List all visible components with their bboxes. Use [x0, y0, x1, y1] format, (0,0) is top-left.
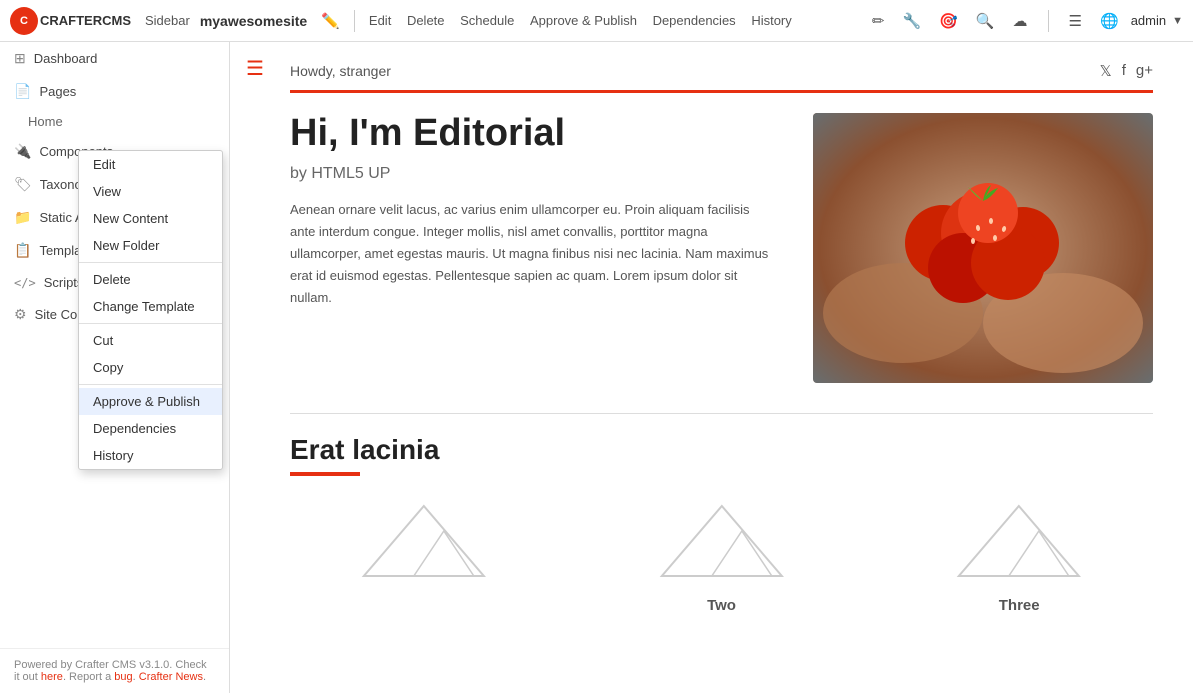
section-divider: [290, 413, 1153, 414]
footer-link-news[interactable]: Crafter News: [139, 671, 203, 683]
admin-label[interactable]: admin: [1131, 13, 1166, 28]
card-3: Three: [885, 496, 1153, 614]
card3-mountain-icon: [885, 496, 1153, 586]
pencil-icon[interactable]: ✏: [868, 8, 889, 34]
target-icon[interactable]: 🎯: [935, 8, 962, 34]
ctx-new-content[interactable]: New Content: [79, 205, 222, 232]
sidebar: ⊞ Dashboard 📄 Pages Home 🔌 Components 🏷 …: [0, 42, 230, 693]
cloud-icon[interactable]: ☁: [1009, 8, 1032, 34]
topbar-nav-delete[interactable]: Delete: [407, 13, 445, 28]
main-subtitle: by HTML5 UP: [290, 165, 773, 183]
divider: [354, 10, 355, 32]
ctx-edit[interactable]: Edit: [79, 151, 222, 178]
logo-icon: C: [10, 7, 38, 35]
card-1: [290, 496, 558, 614]
topbar-nav: Edit Delete Schedule Approve & Publish D…: [363, 13, 798, 28]
ctx-approve-publish[interactable]: Approve & Publish: [79, 388, 222, 415]
twitter-icon[interactable]: 𝕏: [1100, 62, 1112, 80]
dashboard-icon: ⊞: [14, 50, 26, 67]
footer-link-bug[interactable]: bug: [114, 671, 132, 683]
ctx-history[interactable]: History: [79, 442, 222, 469]
search-icon[interactable]: 🔍: [972, 8, 999, 34]
taxonomy-icon: 🏷: [14, 176, 32, 193]
content-header: Howdy, stranger 𝕏 f g+: [290, 62, 1153, 93]
ctx-change-template[interactable]: Change Template: [79, 293, 222, 320]
greeting-text: Howdy, stranger: [290, 63, 391, 79]
static-icon: 📁: [14, 209, 31, 226]
sidebar-home-label: Home: [28, 114, 63, 129]
ctx-new-folder[interactable]: New Folder: [79, 232, 222, 259]
main-title: Hi, I'm Editorial: [290, 113, 773, 155]
ctx-delete[interactable]: Delete: [79, 266, 222, 293]
main-image: [813, 113, 1153, 383]
card2-label: Two: [588, 597, 856, 614]
logo-text: CRAFTERCMS: [40, 13, 131, 28]
ctx-dependencies[interactable]: Dependencies: [79, 415, 222, 442]
strawberry-svg: [813, 113, 1153, 383]
topbar: C CRAFTERCMS Sidebar myawesomesite ✏️ Ed…: [0, 0, 1193, 42]
site-name: myawesomesite: [200, 13, 307, 29]
content-area: Howdy, stranger 𝕏 f g+ Hi, I'm Editorial…: [230, 42, 1193, 654]
card3-label: Three: [885, 597, 1153, 614]
footer-end: .: [203, 671, 206, 683]
components-icon: 🔌: [14, 143, 31, 160]
sidebar-item-home[interactable]: Home: [0, 108, 229, 135]
topbar-nav-history[interactable]: History: [751, 13, 791, 28]
card-2: Two: [588, 496, 856, 614]
footer-link-here[interactable]: here: [41, 671, 63, 683]
sidebar-item-pages[interactable]: 📄 Pages: [0, 75, 229, 108]
card2-mountain-icon: [588, 496, 856, 586]
section-title: Erat lacinia: [290, 434, 1153, 466]
logo: C CRAFTERCMS: [10, 7, 131, 35]
ctx-view[interactable]: View: [79, 178, 222, 205]
ctx-divider3: [79, 384, 222, 385]
facebook-icon[interactable]: f: [1122, 62, 1126, 80]
sidebar-item-dashboard[interactable]: ⊞ Dashboard: [0, 42, 229, 75]
scripts-icon: </>: [14, 276, 36, 290]
edit-pencil-icon[interactable]: ✏️: [317, 8, 344, 34]
context-menu: Edit View New Content New Folder Delete …: [78, 150, 223, 470]
section-erat: Erat lacinia Two: [290, 434, 1153, 614]
card1-mountain-icon: [290, 496, 558, 586]
templates-icon: 📋: [14, 242, 31, 259]
sidebar-footer: Powered by Crafter CMS v3.1.0. Check it …: [0, 648, 229, 693]
hamburger-menu-icon[interactable]: ☰: [246, 56, 264, 81]
divider2: [1048, 10, 1049, 32]
topbar-nav-approve[interactable]: Approve & Publish: [530, 13, 637, 28]
ctx-divider2: [79, 323, 222, 324]
topbar-nav-edit[interactable]: Edit: [369, 13, 391, 28]
ctx-copy[interactable]: Copy: [79, 354, 222, 381]
main-content: ☰ Howdy, stranger 𝕏 f g+ Hi, I'm Editori…: [230, 42, 1193, 693]
menu-icon[interactable]: ☰: [1065, 8, 1086, 34]
social-icons: 𝕏 f g+: [1100, 62, 1153, 80]
topbar-nav-schedule[interactable]: Schedule: [460, 13, 514, 28]
section-underline: [290, 472, 360, 476]
pages-icon: 📄: [14, 83, 31, 100]
ctx-divider1: [79, 262, 222, 263]
googleplus-icon[interactable]: g+: [1136, 62, 1153, 80]
footer-sep1: . Report a: [63, 671, 114, 683]
cards-row: Two Three: [290, 496, 1153, 614]
topbar-nav-dependencies[interactable]: Dependencies: [653, 13, 736, 28]
sidebar-item-dashboard-label: Dashboard: [34, 51, 98, 66]
wrench-icon[interactable]: 🔧: [898, 8, 925, 34]
admin-chevron[interactable]: ▼: [1172, 15, 1183, 27]
main-paragraph: Aenean ornare velit lacus, ac varius eni…: [290, 199, 773, 309]
main-text: Hi, I'm Editorial by HTML5 UP Aenean orn…: [290, 113, 773, 383]
sidebar-toggle-label[interactable]: Sidebar: [145, 13, 190, 28]
sidebar-item-pages-label: Pages: [39, 84, 76, 99]
ctx-cut[interactable]: Cut: [79, 327, 222, 354]
site-config-icon: ⚙: [14, 306, 27, 323]
globe-icon[interactable]: 🌐: [1096, 8, 1123, 34]
main-body: Hi, I'm Editorial by HTML5 UP Aenean orn…: [290, 113, 1153, 383]
topbar-right: ✏ 🔧 🎯 🔍 ☁ ☰ 🌐 admin ▼: [866, 8, 1183, 34]
